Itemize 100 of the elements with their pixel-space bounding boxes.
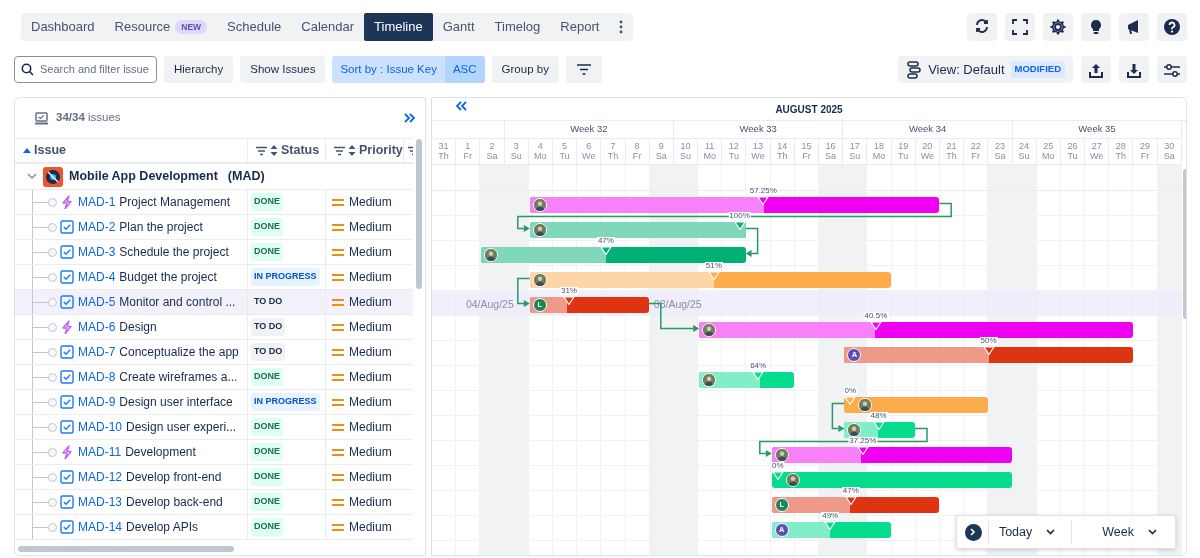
issue-key[interactable]: MAD-11: [78, 443, 122, 461]
refresh-button[interactable]: [967, 13, 997, 41]
week-header: Week 34: [843, 121, 1013, 139]
megaphone-button[interactable]: [1119, 13, 1149, 41]
upload-button[interactable]: [1081, 56, 1111, 83]
issue-key[interactable]: MAD-7: [78, 343, 116, 361]
scrollbar-thumb[interactable]: [416, 139, 422, 289]
scale-dropdown[interactable]: Week: [1071, 521, 1167, 543]
toolbar-button[interactable]: Show Issues: [240, 56, 326, 83]
table-row[interactable]: MAD-10 Design user experi... DONE Medium: [15, 415, 413, 440]
help-button[interactable]: [1157, 13, 1187, 41]
day-number: 24: [1019, 142, 1030, 152]
caret-icon: [1046, 529, 1056, 535]
nav-tab[interactable]: Resource NEW: [104, 13, 218, 41]
view-button[interactable]: View: Default MODIFIED: [898, 56, 1073, 83]
issue-key[interactable]: MAD-5: [78, 293, 116, 311]
sliders-button[interactable]: [1157, 56, 1187, 83]
issue-key[interactable]: MAD-8: [78, 368, 116, 386]
fullscreen-button[interactable]: [1005, 13, 1035, 41]
table-row[interactable]: MAD-1 Project Management DONE Medium: [15, 190, 413, 215]
priority-label: Medium: [349, 269, 392, 286]
table-row[interactable]: MAD-8 Create wireframes a... DONE Medium: [15, 365, 413, 390]
day-number: 5: [562, 142, 568, 152]
issue-key[interactable]: MAD-3: [78, 243, 116, 261]
table-row[interactable]: MAD-12 Develop front-end DONE Medium: [15, 465, 413, 490]
weekday-label: Su: [849, 151, 861, 161]
issue-key[interactable]: MAD-12: [78, 468, 122, 486]
issue-key[interactable]: MAD-9: [78, 393, 116, 411]
day-number: 23: [994, 142, 1005, 152]
upload-icon: [1088, 61, 1104, 78]
table-row[interactable]: MAD-11 Development DONE Medium: [15, 440, 413, 465]
download-button[interactable]: [1119, 56, 1149, 83]
today-dropdown[interactable]: Today: [987, 521, 1066, 543]
progress-marker-icon[interactable]: [757, 196, 770, 206]
progress-marker-icon[interactable]: [856, 446, 869, 456]
progress-marker-icon[interactable]: [844, 496, 857, 506]
priority-icon: [332, 522, 344, 532]
nav-tab[interactable]: Timeline: [364, 13, 433, 41]
nav-tab[interactable]: Gantt: [432, 13, 485, 41]
progress-label: 40.5%: [863, 312, 889, 320]
table-row[interactable]: MAD-13 Develop back-end DONE Medium: [15, 490, 413, 515]
progress-marker-icon[interactable]: [562, 296, 575, 306]
settings-button[interactable]: [1043, 13, 1073, 41]
issue-key[interactable]: MAD-14: [78, 518, 122, 536]
priority-label: Medium: [349, 319, 392, 336]
column-header[interactable]: Status: [281, 141, 320, 160]
lightbulb-button[interactable]: [1081, 13, 1111, 41]
nav-tab[interactable]: Calendar: [291, 13, 365, 41]
progress-marker-icon[interactable]: [771, 471, 784, 481]
group-by-button[interactable]: Group by: [491, 56, 559, 83]
table-row[interactable]: MAD-7 Conceptualize the app TO DO Medium: [15, 340, 413, 365]
scrollbar-thumb[interactable]: [18, 546, 234, 552]
progress-marker-icon[interactable]: [752, 371, 765, 381]
filter-icon[interactable]: [334, 145, 345, 156]
next-button[interactable]: [964, 523, 982, 541]
table-row[interactable]: MAD-14 Develop APIs DONE Medium: [15, 515, 413, 540]
chevron-icon[interactable]: [27, 171, 37, 182]
table-row[interactable]: MAD-3 Schedule the project DONE Medium: [15, 240, 413, 265]
progress-marker-icon[interactable]: [824, 521, 837, 531]
issue-key[interactable]: MAD-6: [78, 318, 116, 336]
search-field[interactable]: Search and filter issue: [14, 56, 157, 83]
table-row[interactable]: MAD-5 Monitor and control ... TO DO Medium: [15, 290, 413, 315]
weekday-label: Fr: [463, 151, 473, 161]
table-row[interactable]: MAD-2 Plan the project DONE Medium: [15, 215, 413, 240]
progress-marker-icon[interactable]: [599, 246, 612, 256]
nav-tab[interactable]: Dashboard: [21, 13, 105, 41]
progress-marker-icon[interactable]: [982, 346, 995, 356]
issue-key[interactable]: MAD-13: [78, 493, 122, 511]
filter-button[interactable]: [565, 56, 602, 83]
column-header[interactable]: Priority: [359, 141, 403, 160]
sort-icon[interactable]: [270, 145, 278, 156]
double-chevron-right-icon: [404, 113, 415, 123]
issue-summary: Project Management: [119, 194, 231, 211]
issue-key[interactable]: MAD-10: [78, 418, 122, 436]
priority-label: Medium: [349, 344, 392, 361]
issue-key[interactable]: MAD-2: [78, 218, 116, 236]
progress-marker-icon[interactable]: [872, 421, 885, 431]
filter-icon: [575, 63, 592, 77]
column-header[interactable]: Issue: [34, 141, 66, 160]
filter-icon[interactable]: [408, 145, 413, 156]
issue-key[interactable]: MAD-1: [78, 193, 116, 211]
weekday-label: Sa: [994, 151, 1006, 161]
table-row[interactable]: MAD-9 Design user interface IN PROGRESS Medium: [15, 390, 413, 415]
progress-marker-icon[interactable]: [844, 396, 857, 406]
tree-node-icon: [48, 222, 57, 232]
issue-key[interactable]: MAD-4: [78, 268, 116, 286]
sort-button[interactable]: Sort by : Issue Key: [332, 56, 445, 83]
table-row[interactable]: MAD-6 Design TO DO Medium: [15, 315, 413, 340]
nav-tab[interactable]: Report: [550, 13, 610, 41]
priority-label: Medium: [349, 194, 392, 211]
nav-tab[interactable]: Timelog: [484, 13, 551, 41]
day-number: 6: [586, 142, 592, 152]
sort-icon[interactable]: [348, 145, 356, 156]
toolbar-button[interactable]: Hierarchy: [164, 56, 234, 83]
progress-marker-icon[interactable]: [707, 271, 720, 281]
nav-tab[interactable]: Schedule: [217, 13, 292, 41]
sort-order-button[interactable]: ASC: [444, 56, 485, 83]
progress-marker-icon[interactable]: [733, 221, 746, 231]
filter-icon[interactable]: [256, 145, 267, 156]
progress-marker-icon[interactable]: [869, 321, 882, 331]
